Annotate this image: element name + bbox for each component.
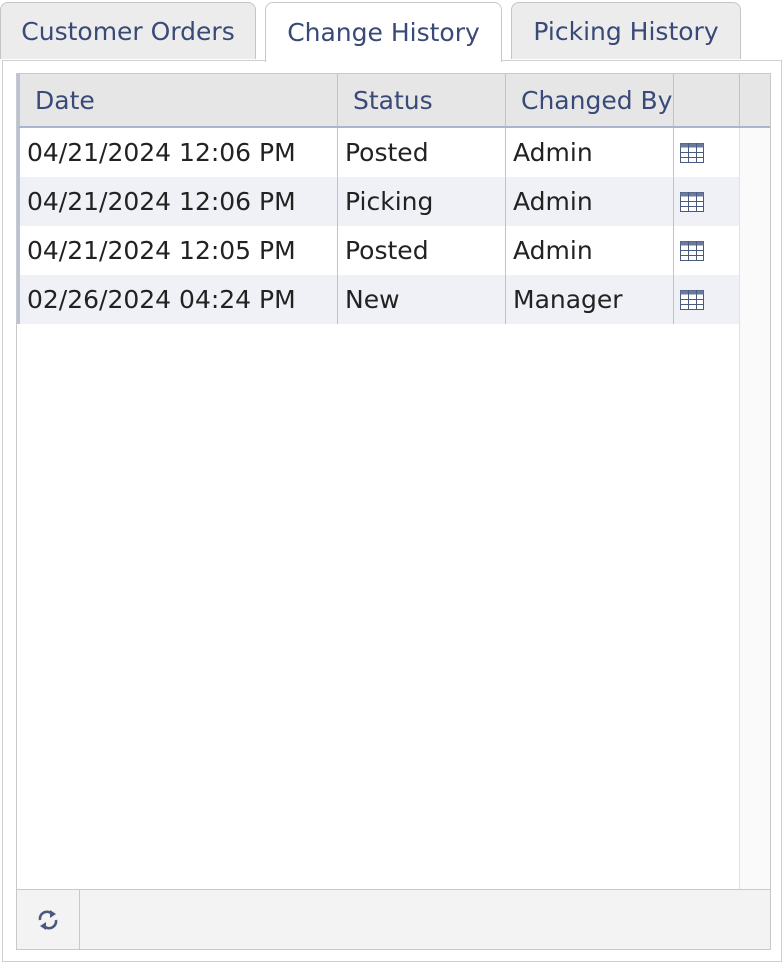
change-history-panel: Date Status Changed By 04/21/2024 12:06 … [2,60,782,962]
vertical-scrollbar[interactable] [739,128,770,889]
changed-by-cell: Admin [506,226,674,275]
details-cell [674,128,740,177]
table-grid-icon[interactable] [680,240,704,261]
tab-customer-orders[interactable]: Customer Orders [0,2,256,59]
date-cell: 04/21/2024 12:05 PM [20,226,338,275]
column-header-changed-by[interactable]: Changed By [506,74,674,126]
table-row[interactable]: 04/21/2024 12:05 PM Posted Admin [17,226,740,275]
table-row[interactable]: 04/21/2024 12:06 PM Picking Admin [17,177,740,226]
changed-by-cell: Admin [506,177,674,226]
tab-picking-history[interactable]: Picking History [511,2,741,59]
tab-strip: Customer Orders Change History Picking H… [0,0,784,62]
status-cell: Posted [338,128,506,177]
table-grid-icon[interactable] [680,289,704,310]
status-cell: Posted [338,226,506,275]
date-cell: 04/21/2024 12:06 PM [20,177,338,226]
table-row[interactable]: 02/26/2024 04:24 PM New Manager [17,275,740,324]
table-row[interactable]: 04/21/2024 12:06 PM Posted Admin [17,128,740,177]
refresh-button[interactable] [17,890,80,949]
grid-header: Date Status Changed By [17,74,770,128]
status-cell: New [338,275,506,324]
column-header-status[interactable]: Status [338,74,506,126]
tab-change-history[interactable]: Change History [265,2,502,62]
status-cell: Picking [338,177,506,226]
date-cell: 04/21/2024 12:06 PM [20,128,338,177]
date-cell: 02/26/2024 04:24 PM [20,275,338,324]
details-cell [674,226,740,275]
refresh-icon [38,909,58,930]
table-grid-icon[interactable] [680,142,704,163]
column-header-date[interactable]: Date [20,74,338,126]
change-history-grid: Date Status Changed By 04/21/2024 12:06 … [16,73,771,950]
details-cell [674,177,740,226]
changed-by-cell: Admin [506,128,674,177]
column-header-details [674,74,740,126]
details-cell [674,275,740,324]
changed-by-cell: Manager [506,275,674,324]
grid-footer [17,889,770,949]
table-grid-icon[interactable] [680,191,704,212]
